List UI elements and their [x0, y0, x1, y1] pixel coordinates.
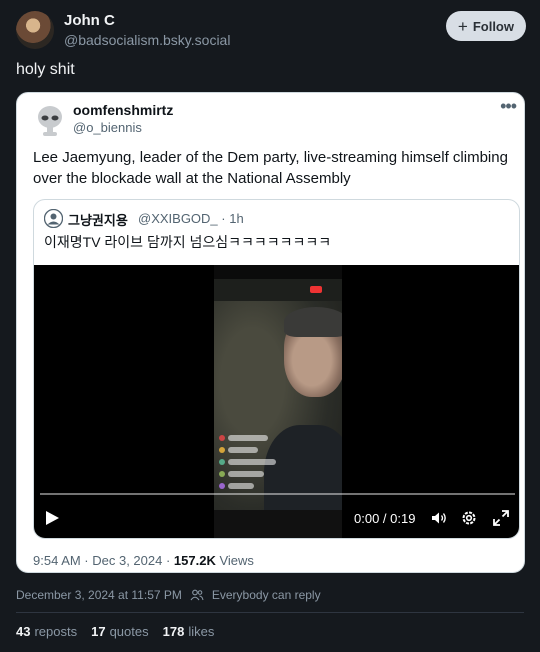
embed-timestamp-text: 9:54 AM · Dec 3, 2024 ·: [33, 553, 174, 568]
follow-button[interactable]: + Follow: [445, 11, 526, 41]
comment-line: [228, 471, 264, 477]
volume-icon[interactable]: [430, 509, 448, 527]
more-options-icon[interactable]: •••: [500, 96, 517, 117]
post-date: December 3, 2024 at 11:57 PM: [16, 588, 182, 602]
author-name[interactable]: John C: [64, 12, 115, 29]
settings-icon[interactable]: [460, 509, 478, 527]
comment-line: [228, 459, 276, 465]
person-hair: [284, 307, 342, 337]
embedded-post[interactable]: oomfenshmirtz @o_biennis ••• Lee Jaemyun…: [16, 92, 525, 573]
fullscreen-icon[interactable]: [492, 509, 510, 527]
embed-author-name[interactable]: oomfenshmirtz: [73, 102, 173, 118]
quotes-count: 17: [91, 624, 106, 639]
embed-timestamp: 9:54 AM · Dec 3, 2024 · 157.2K Views: [33, 553, 254, 568]
views-count: 157.2K: [173, 553, 216, 568]
quoted-text: 이재명TV 라이브 담까지 넘으심ㅋㅋㅋㅋㅋㅋㅋㅋ: [44, 234, 332, 250]
live-badge: [310, 286, 322, 293]
avatar[interactable]: [16, 11, 54, 49]
alien-avatar-icon: [38, 106, 62, 136]
embed-text: Lee Jaemyung, leader of the Dem party, l…: [33, 149, 508, 187]
comment-line: [228, 435, 268, 441]
quoted-author-handle[interactable]: @XXIBGOD_ · 1h: [138, 211, 244, 226]
author-handle[interactable]: @badsocialism.bsky.social: [64, 32, 230, 48]
video-time: 0:00 / 0:19: [354, 511, 416, 526]
post-meta: December 3, 2024 at 11:57 PM Everybody c…: [16, 588, 321, 602]
quotes-stat[interactable]: 17 quotes: [91, 624, 149, 639]
phone-status-bar: [214, 265, 342, 279]
people-icon: [190, 589, 204, 601]
likes-label: likes: [188, 624, 215, 639]
engagement-stats: 43 reposts 17 quotes 178 likes: [16, 624, 214, 639]
quoted-author-name[interactable]: 그냥권지용: [68, 210, 128, 229]
video-progress-bar[interactable]: [40, 493, 515, 495]
phone-app-bar: [214, 279, 342, 301]
quotes-label: quotes: [109, 624, 149, 639]
post-header: John C @badsocialism.bsky.social + Follo…: [16, 11, 526, 51]
comment-avatar: [219, 471, 225, 477]
likes-stat[interactable]: 178 likes: [163, 624, 215, 639]
comment-avatar: [219, 447, 225, 453]
plus-icon: +: [457, 16, 468, 36]
reposts-count: 43: [16, 624, 31, 639]
video-controls: 0:00 / 0:19: [34, 487, 519, 538]
comment-avatar: [219, 459, 225, 465]
reply-setting: Everybody can reply: [211, 588, 321, 602]
likes-count: 178: [162, 624, 185, 639]
views-label: Views: [215, 553, 254, 568]
follow-label: Follow: [472, 18, 514, 34]
embed-author-handle[interactable]: @o_biennis: [73, 120, 142, 135]
comment-line: [228, 447, 258, 453]
reposts-stat[interactable]: 43 reposts: [16, 624, 77, 639]
default-avatar-icon: [44, 209, 63, 228]
post-text: holy shit: [16, 61, 75, 78]
play-icon[interactable]: [46, 511, 59, 525]
reposts-label: reposts: [34, 624, 78, 639]
video-player[interactable]: 0:00 / 0:19: [34, 265, 519, 538]
comment-avatar: [219, 435, 225, 441]
quoted-post[interactable]: 그냥권지용 @XXIBGOD_ · 1h 이재명TV 라이브 담까지 넘으심ㅋㅋ…: [33, 199, 520, 539]
divider: [16, 612, 524, 613]
